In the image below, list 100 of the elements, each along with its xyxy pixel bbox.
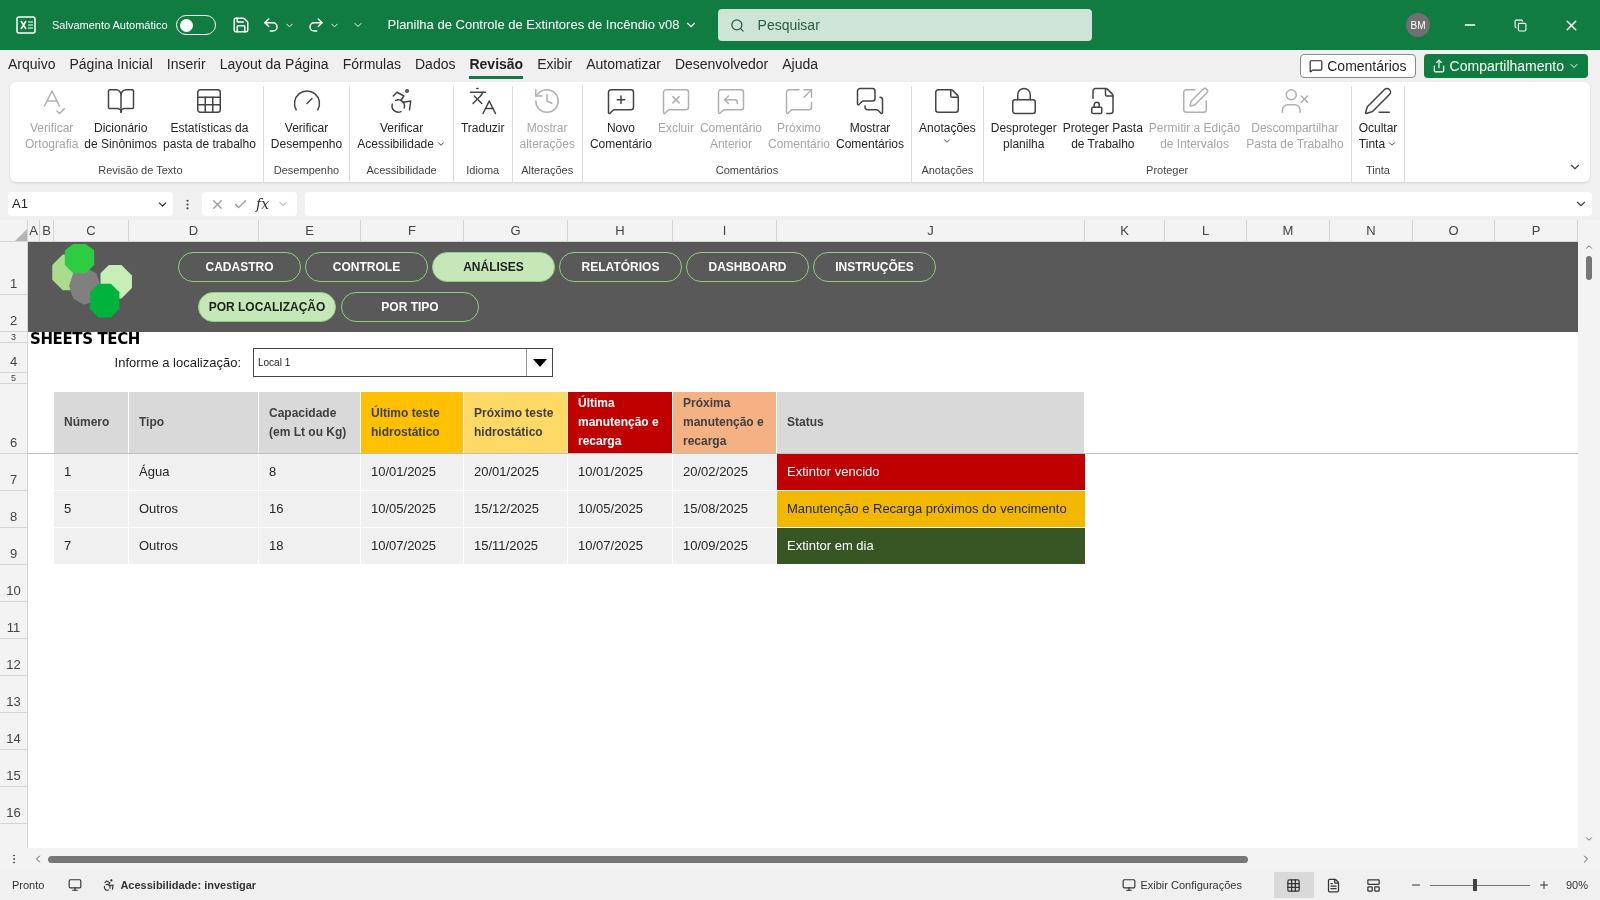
nav-button[interactable]: POR LOCALIZAÇÃO	[198, 292, 336, 322]
status-cell: Extintor vencido	[777, 454, 1085, 491]
column-header[interactable]: M	[1247, 220, 1330, 242]
row-number[interactable]: 14	[0, 713, 28, 750]
column-header[interactable]: P	[1495, 220, 1578, 242]
column-header[interactable]: I	[673, 220, 777, 242]
row-number[interactable]: 12	[0, 639, 28, 676]
column-header[interactable]: D	[129, 220, 259, 242]
zoom-label[interactable]: 90%	[1565, 876, 1588, 894]
zoom-in-icon[interactable]	[1537, 879, 1550, 891]
menu-tab[interactable]: Inserir	[166, 53, 206, 79]
menu-tab[interactable]: Ajuda	[782, 53, 819, 79]
menu-tab[interactable]: Página Inicial	[69, 53, 153, 79]
translate-icon	[467, 86, 498, 116]
menu-tab[interactable]: Exibir	[537, 53, 573, 79]
column-heading: Próxima manutenção e recarga	[673, 392, 777, 453]
user-x-icon	[1279, 86, 1310, 116]
document-title[interactable]: Planilha de Controle de Extintores de Incêndio v08	[387, 15, 698, 35]
pen-line-icon	[1362, 86, 1393, 116]
table-cell: 15/11/2025	[464, 528, 568, 565]
ribbon-button[interactable]: Verificar Desempenho	[267, 86, 346, 152]
scroll-down-icon[interactable]	[1584, 834, 1594, 844]
page-layout-icon	[1326, 877, 1342, 893]
column-header[interactable]: C	[54, 220, 129, 242]
column-header[interactable]: F	[361, 220, 464, 242]
scroll-up-icon[interactable]	[1584, 242, 1594, 252]
table-cell: 18	[259, 528, 361, 565]
row-number[interactable]: 6	[0, 384, 28, 454]
column-header[interactable]: N	[1330, 220, 1413, 242]
scroll-thumb[interactable]	[1586, 256, 1592, 280]
column-header[interactable]: E	[259, 220, 361, 242]
name-box[interactable]: A1	[8, 192, 173, 216]
menu-tab[interactable]: Fórmulas	[342, 53, 401, 79]
column-header[interactable]: A	[28, 220, 40, 242]
ribbon-button[interactable]: Novo Comentário	[586, 86, 655, 152]
display-settings-link[interactable]: Exibir Configurações	[1140, 876, 1242, 894]
row-number[interactable]: 8	[0, 491, 28, 528]
row-number[interactable]: 10	[0, 565, 28, 602]
undo-icon[interactable]	[261, 16, 280, 34]
column-header[interactable]: J	[777, 220, 1085, 242]
table-cell: 8	[259, 454, 361, 491]
accessibility-icon[interactable]	[102, 878, 117, 892]
nav-button[interactable]: ANÁLISES	[432, 252, 555, 282]
zoom-slider[interactable]	[1429, 879, 1530, 891]
excel-icon[interactable]	[16, 15, 36, 35]
accessibility-status[interactable]: Acessibilidade: investigar	[120, 876, 257, 894]
column-header[interactable]: L	[1165, 220, 1247, 242]
ribbon-button[interactable]: Proteger Pasta de Trabalho	[1059, 86, 1146, 152]
comments-button[interactable]: Comentários	[1300, 54, 1416, 78]
ribbon-button[interactable]: Estatísticas da pasta de trabalho	[160, 86, 259, 152]
ribbon-button[interactable]: Mostrar Comentários	[833, 86, 908, 152]
menu-tab[interactable]: Revisão	[469, 53, 524, 79]
row-number[interactable]: 13	[0, 676, 28, 713]
share-button[interactable]: Compartilhamento	[1423, 54, 1588, 78]
display-settings-icon[interactable]	[1122, 878, 1137, 892]
search-field[interactable]: Pesquisar	[717, 9, 1092, 41]
ribbon-button[interactable]: Dicionário de Sinônimos	[81, 86, 161, 152]
row-number[interactable]: 4	[0, 343, 28, 373]
row-number[interactable]: 1	[0, 242, 28, 295]
ribbon-button[interactable]: Verificar Acessibilidade	[354, 86, 449, 152]
save-icon[interactable]	[231, 16, 250, 34]
menu-tab[interactable]: Layout da Página	[219, 53, 329, 79]
column-header[interactable]: H	[568, 220, 673, 242]
redo-icon[interactable]	[306, 16, 325, 34]
insert-function-button[interactable]: fx	[256, 193, 270, 215]
table-cell: 15/08/2025	[673, 491, 777, 528]
menu-tab[interactable]: Automatizar	[586, 53, 661, 79]
table-cell: 10/05/2025	[568, 491, 673, 528]
group-label: Acessibilidade	[365, 162, 438, 178]
scroll-thumb[interactable]	[48, 855, 1248, 863]
location-dropdown[interactable]: Local 1	[253, 348, 553, 377]
ribbon-button[interactable]: Traduzir	[457, 86, 508, 136]
row-number[interactable]: 3	[0, 332, 28, 343]
row-number[interactable]: 11	[0, 602, 28, 639]
column-header[interactable]: O	[1413, 220, 1495, 242]
autosave-toggle[interactable]	[175, 15, 216, 35]
ribbon-button[interactable]: Ocultar Tinta	[1355, 86, 1401, 152]
row-number[interactable]: 16	[0, 787, 28, 824]
table-cell: 20/02/2025	[673, 454, 777, 491]
column-header[interactable]: B	[40, 220, 54, 242]
slider-thumb[interactable]	[1472, 879, 1477, 891]
view-button[interactable]	[1273, 872, 1314, 898]
table-cell: 10/01/2025	[361, 454, 464, 491]
table-cell: 10/09/2025	[673, 528, 777, 565]
restore-icon[interactable]	[1514, 18, 1527, 32]
row-number[interactable]: 7	[0, 454, 28, 491]
ribbon-button[interactable]: Anotações	[916, 86, 979, 146]
menu-tab[interactable]: Dados	[415, 53, 456, 79]
column-header[interactable]: K	[1085, 220, 1165, 242]
formula-input[interactable]	[305, 192, 1592, 216]
row-number[interactable]: 15	[0, 750, 28, 787]
column-heading: Capacidade (em Lt ou Kg)	[259, 392, 361, 453]
menu-tab[interactable]: Arquivo	[8, 53, 56, 79]
column-header[interactable]: G	[464, 220, 568, 242]
row-number[interactable]: 5	[0, 373, 28, 384]
row-number[interactable]: 9	[0, 528, 28, 565]
user-avatar[interactable]: BM	[1406, 13, 1430, 37]
menu-tab[interactable]: Desenvolvedor	[674, 53, 769, 79]
row-number[interactable]: 2	[0, 295, 28, 332]
ribbon-button[interactable]: Desproteger planilha	[987, 86, 1060, 152]
